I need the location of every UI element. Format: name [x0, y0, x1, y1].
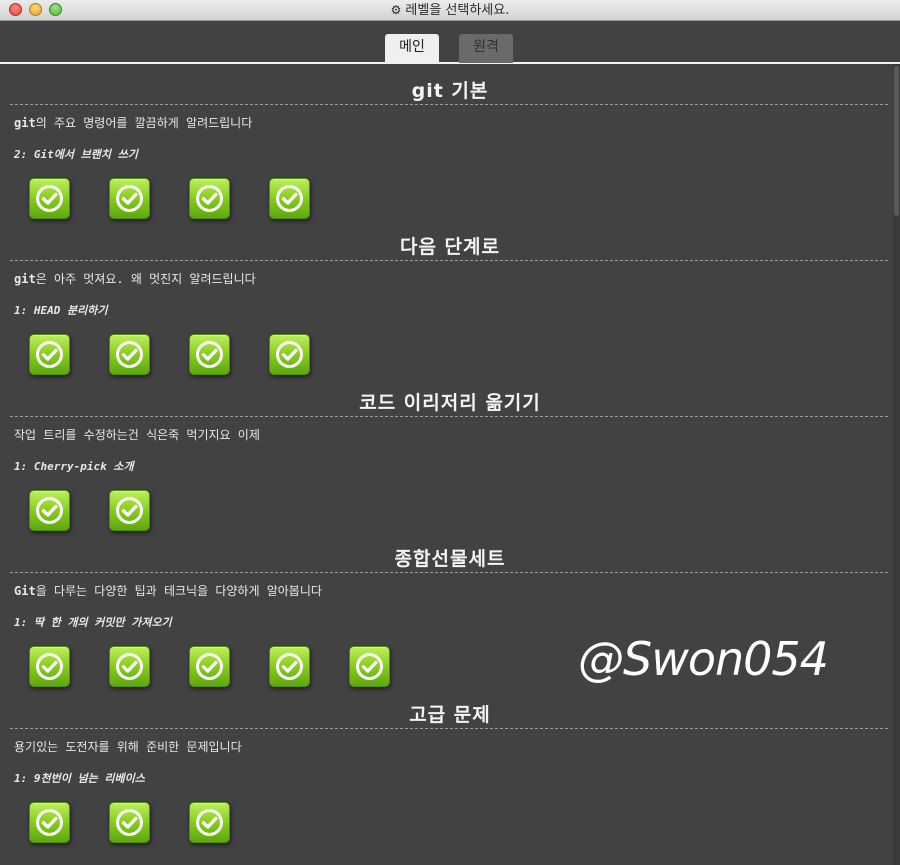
- scrollbar[interactable]: [893, 64, 900, 865]
- section-description-text: 의 주요 명령어를 깔끔하게 알려드립니다: [35, 116, 253, 130]
- watermark: @Swon054: [578, 632, 829, 686]
- current-level-name: 1: 딱 한 개의 커밋만 가져오기: [14, 616, 172, 629]
- section-divider: [10, 260, 888, 261]
- section-title: 코드 이리저리 옮기기: [359, 392, 541, 414]
- section-description-text: 용기있는 도전자를 위해 준비한 문제입니다: [14, 740, 242, 754]
- level-button[interactable]: [189, 646, 230, 687]
- section-description: git의 주요 명령어를 깔끔하게 알려드립니다: [14, 114, 252, 131]
- section-title: 다음 단계로: [399, 236, 500, 258]
- section-divider: [10, 104, 888, 105]
- level-section: 고급 문제용기있는 도전자를 위해 준비한 문제입니다 1: 9천번이 넘는 리베…: [0, 688, 900, 844]
- current-level-name: 1: HEAD 분리하기: [14, 304, 108, 317]
- level-button[interactable]: [189, 178, 230, 219]
- window-title-text: 레벨을 선택하세요.: [405, 3, 510, 18]
- section-title: git 기본: [411, 80, 489, 102]
- section-description-text: 작업 트리를 수정하는건 식은죽 먹기지요 이제: [14, 428, 260, 442]
- current-level-name: 1: 9천번이 넘는 리베이스: [14, 772, 145, 785]
- current-level-name: 1: Cherry-pick 소개: [14, 460, 134, 473]
- level-section: git 기본 git의 주요 명령어를 깔끔하게 알려드립니다 2: Git에서 브…: [0, 64, 900, 220]
- section-description-keyword: Git: [14, 584, 36, 598]
- section-description: 용기있는 도전자를 위해 준비한 문제입니다: [14, 738, 242, 755]
- level-button[interactable]: [269, 646, 310, 687]
- section-description: Git을 다루는 다양한 팁과 테크닉을 다양하게 알아봅니다: [14, 582, 322, 599]
- level-button[interactable]: [109, 802, 150, 843]
- level-button[interactable]: [109, 646, 150, 687]
- level-button[interactable]: [349, 646, 390, 687]
- section-description-text: 은 아주 멋져요. 왜 멋진지 알려드립니다: [35, 272, 256, 286]
- section-divider: [10, 728, 888, 729]
- section-description-text: 을 다루는 다양한 팁과 테크닉을 다양하게 알아봅니다: [35, 584, 322, 598]
- level-button[interactable]: [109, 334, 150, 375]
- section-divider: [10, 416, 888, 417]
- tab-remote[interactable]: 원격: [459, 34, 513, 63]
- section-title: 종합선물세트: [394, 548, 506, 570]
- section-description-keyword: git: [14, 272, 36, 286]
- level-button[interactable]: [29, 178, 70, 219]
- section-title: 고급 문제: [409, 704, 491, 726]
- level-button[interactable]: [29, 490, 70, 531]
- window-titlebar: ⚙ 레벨을 선택하세요.: [0, 0, 900, 21]
- level-button[interactable]: [189, 334, 230, 375]
- section-description-keyword: git: [14, 116, 36, 130]
- level-button[interactable]: [109, 490, 150, 531]
- level-button[interactable]: [189, 802, 230, 843]
- level-button[interactable]: [269, 178, 310, 219]
- tab-main[interactable]: 메인: [385, 34, 439, 63]
- section-description: 작업 트리를 수정하는건 식은죽 먹기지요 이제: [14, 426, 260, 443]
- section-divider: [10, 572, 888, 573]
- level-section: 코드 이리저리 옮기기작업 트리를 수정하는건 식은죽 먹기지요 이제 1: Ch…: [0, 376, 900, 532]
- level-button[interactable]: [269, 334, 310, 375]
- level-button[interactable]: [109, 178, 150, 219]
- level-section: 다음 단계로 git은 아주 멋져요. 왜 멋진지 알려드립니다 1: HEAD 분…: [0, 220, 900, 376]
- level-button[interactable]: [29, 802, 70, 843]
- gear-icon: ⚙: [390, 3, 402, 17]
- level-button[interactable]: [29, 334, 70, 375]
- section-description: git은 아주 멋져요. 왜 멋진지 알려드립니다: [14, 270, 256, 287]
- current-level-name: 2: Git에서 브랜치 쓰기: [14, 148, 138, 161]
- window-title: ⚙ 레벨을 선택하세요.: [0, 0, 900, 21]
- level-list: git 기본 git의 주요 명령어를 깔끔하게 알려드립니다 2: Git에서 브…: [0, 64, 900, 844]
- tab-bar: 메인 원격: [0, 22, 900, 64]
- level-button[interactable]: [29, 646, 70, 687]
- scrollbar-thumb[interactable]: [894, 66, 899, 216]
